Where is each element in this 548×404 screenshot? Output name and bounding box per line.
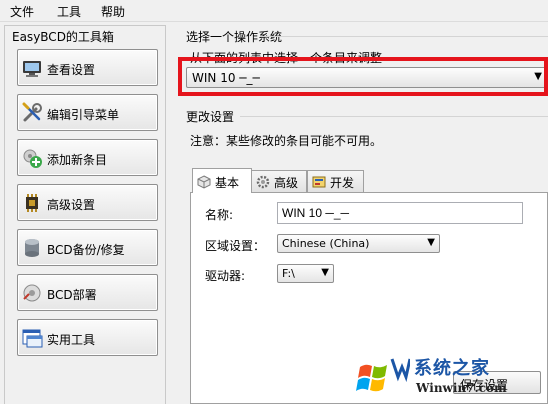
window-tools-icon — [22, 329, 43, 348]
menu-file[interactable]: 文件 — [10, 3, 34, 20]
menu-bar: 文件 工具 帮助 — [0, 0, 548, 22]
wrench-screwdriver-icon — [22, 102, 42, 122]
useful-tools-label: 实用工具 — [47, 333, 96, 347]
bcd-backup-repair-button[interactable]: BCD备份/修复 — [17, 229, 158, 266]
os-entry-value: WIN 10 ─_─ — [192, 71, 260, 85]
tab-basic-label: 基本 — [215, 176, 240, 190]
edit-boot-menu-label: 编辑引导菜单 — [47, 108, 120, 122]
locale-value: Chinese (China) — [282, 237, 370, 250]
menu-tools[interactable]: 工具 — [57, 3, 81, 20]
edit-boot-menu-button[interactable]: 编辑引导菜单 — [17, 94, 158, 131]
bcd-backup-repair-label: BCD备份/修复 — [47, 243, 125, 257]
tab-developer-label: 开发 — [330, 176, 355, 190]
drive-label: 驱动器: — [205, 269, 246, 283]
view-settings-label: 查看设置 — [47, 63, 96, 77]
gear-icon — [256, 175, 270, 189]
view-settings-button[interactable]: 查看设置 — [17, 49, 158, 86]
windows-logo-icon — [356, 358, 410, 397]
database-icon — [25, 239, 39, 257]
drive-value: F:\ — [282, 267, 295, 280]
add-entry-icon — [23, 149, 42, 168]
tab-basic[interactable]: 基本 — [192, 168, 252, 193]
toolbox-panel: EasyBCD的工具箱 查看设置 编辑引导菜单 添加新条目 高级设置 BCD备份… — [4, 25, 166, 404]
bcd-deployment-button[interactable]: BCD部署 — [17, 274, 158, 311]
cube-icon — [197, 175, 211, 189]
tab-advanced[interactable]: 高级 — [251, 170, 307, 192]
tab-developer[interactable]: 开发 — [307, 170, 364, 192]
watermark-url: Winwin7.com — [416, 381, 507, 395]
chevron-down-icon: ▼ — [321, 267, 329, 278]
name-label: 名称: — [205, 208, 234, 222]
watermark-title: 系统之家 — [414, 358, 490, 379]
os-entry-dropdown[interactable]: WIN 10 ─_─ ▼ — [186, 67, 548, 88]
deploy-icon — [23, 284, 41, 302]
add-new-entry-button[interactable]: 添加新条目 — [17, 139, 158, 176]
os-select-hint: 从下面的列表中选择一个条目来调整 — [190, 51, 383, 65]
section-divider — [260, 36, 548, 37]
monitor-icon — [23, 61, 41, 77]
chip-icon — [26, 194, 38, 212]
chevron-down-icon: ▼ — [534, 71, 542, 82]
note-text: 注意：某些修改的条目可能不可用。 — [190, 134, 383, 148]
add-new-entry-label: 添加新条目 — [47, 153, 108, 167]
chevron-down-icon: ▼ — [427, 237, 435, 248]
drive-dropdown[interactable]: F:\ ▼ — [277, 264, 334, 283]
tab-advanced-label: 高级 — [274, 176, 299, 190]
site-watermark: 系统之家 Winwin7.com — [350, 350, 548, 404]
advanced-settings-button[interactable]: 高级设置 — [17, 184, 158, 221]
useful-tools-button[interactable]: 实用工具 — [17, 319, 158, 356]
developer-icon — [312, 176, 326, 188]
menu-help[interactable]: 帮助 — [101, 3, 125, 20]
section-divider — [240, 116, 548, 117]
advanced-settings-label: 高级设置 — [47, 198, 96, 212]
bcd-deployment-label: BCD部署 — [47, 288, 97, 302]
change-settings-title: 更改设置 — [186, 110, 235, 124]
locale-dropdown[interactable]: Chinese (China) ▼ — [277, 234, 440, 253]
toolbox-title: EasyBCD的工具箱 — [12, 30, 114, 44]
name-input[interactable] — [277, 202, 523, 224]
locale-label: 区域设置： — [205, 239, 266, 253]
